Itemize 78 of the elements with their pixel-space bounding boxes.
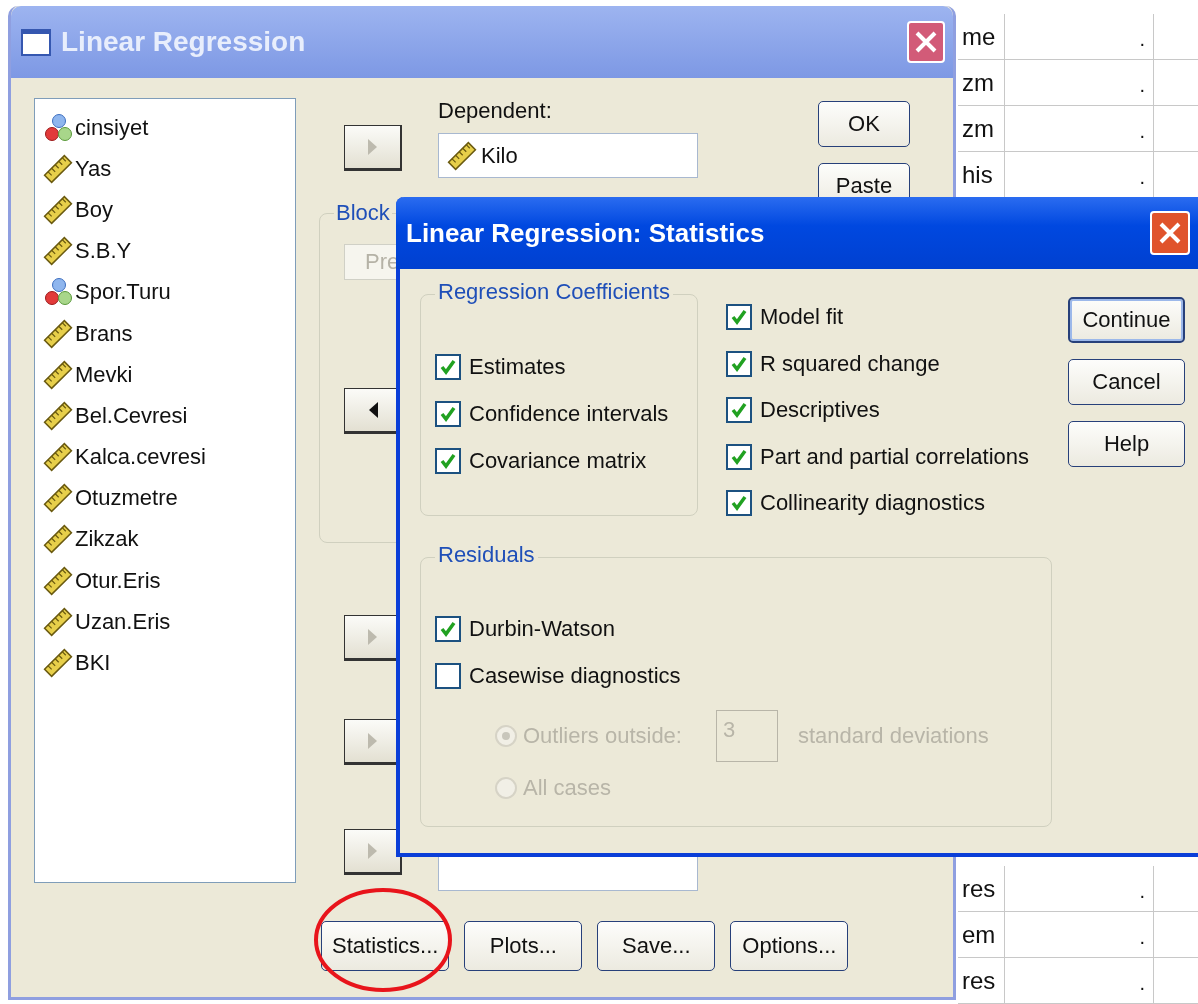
checkbox[interactable] bbox=[435, 353, 461, 380]
nominal-icon bbox=[43, 112, 73, 143]
dialog-button[interactable]: Help bbox=[1068, 421, 1185, 467]
check-icon bbox=[730, 308, 748, 327]
close-button[interactable] bbox=[1150, 211, 1190, 255]
variable-name: Spor.Turu bbox=[75, 279, 171, 306]
checkbox[interactable] bbox=[435, 616, 461, 642]
check-icon bbox=[439, 620, 457, 638]
dialog-button[interactable]: Options... bbox=[730, 921, 849, 971]
table-cell: . bbox=[1005, 106, 1154, 151]
variable-name: Uzan.Eris bbox=[75, 608, 171, 635]
variable-name: Yas bbox=[75, 155, 112, 182]
checkbox-label: Confidence intervals bbox=[469, 400, 669, 427]
field-label: Dependent: bbox=[438, 98, 553, 125]
check-icon bbox=[439, 451, 457, 470]
variable-name: Kalca.cevresi bbox=[75, 444, 206, 471]
check-icon bbox=[730, 354, 748, 373]
checkbox[interactable] bbox=[726, 490, 752, 517]
dialog-button[interactable]: Statistics... bbox=[321, 921, 450, 971]
table-cell: res bbox=[958, 958, 1005, 1003]
variable-name: Zikzak bbox=[75, 526, 139, 553]
checkbox-label: Descriptives bbox=[760, 397, 880, 424]
checkbox[interactable] bbox=[726, 443, 752, 470]
checkbox-label: Casewise diagnostics bbox=[469, 663, 681, 689]
variable-name: Otuzmetre bbox=[75, 485, 178, 512]
right-arrow-icon bbox=[366, 732, 379, 750]
table-cell: me bbox=[958, 14, 1005, 59]
checkbox[interactable] bbox=[435, 447, 461, 474]
table-cell: em bbox=[958, 912, 1005, 957]
checkbox-label: Collinearity diagnostics bbox=[760, 490, 985, 517]
right-arrow-icon bbox=[366, 138, 379, 156]
window-title: Linear Regression bbox=[61, 26, 307, 58]
variable-name: Brans bbox=[75, 320, 133, 347]
table-cell: res bbox=[958, 866, 1005, 911]
table-cell: . bbox=[1005, 60, 1154, 105]
checkbox-label: Model fit bbox=[760, 304, 844, 331]
close-icon bbox=[1157, 220, 1183, 246]
table-cell: zm bbox=[958, 106, 1005, 151]
variable-name: cinsiyet bbox=[75, 114, 149, 141]
check-icon bbox=[439, 404, 457, 423]
table-cell: . bbox=[1005, 14, 1154, 59]
dialog-button[interactable]: Plots... bbox=[464, 921, 583, 971]
checkbox[interactable] bbox=[726, 304, 752, 331]
variable-list[interactable]: cinsiyet Yas Boy S.B.Y Spor.Turu Brans Mevki Bel.Cevresi Kalca.cevresi Otuzmetre Zikzak Otur.Eris Uzan.Eris BKI bbox=[34, 98, 296, 883]
checkbox[interactable] bbox=[435, 663, 461, 689]
right-arrow-icon bbox=[366, 628, 379, 646]
checkbox-label: R squared change bbox=[760, 350, 940, 377]
variable-name: BKI bbox=[75, 650, 111, 677]
dialog-button[interactable]: Continue bbox=[1068, 297, 1185, 343]
check-icon bbox=[730, 447, 748, 466]
table-cell: . bbox=[1005, 912, 1154, 957]
dialog-button[interactable]: OK bbox=[818, 101, 910, 147]
checkbox-label: Durbin-Watson bbox=[469, 616, 615, 642]
check-icon bbox=[730, 401, 748, 420]
variable-name: Otur.Eris bbox=[75, 567, 161, 594]
table-cell: zm bbox=[958, 60, 1005, 105]
check-icon bbox=[439, 357, 457, 376]
close-icon bbox=[913, 29, 939, 55]
dialog-button[interactable]: Save... bbox=[597, 921, 716, 971]
checkbox[interactable] bbox=[726, 397, 752, 424]
variable-name: Boy bbox=[75, 196, 113, 223]
variable-name: S.B.Y bbox=[75, 238, 132, 265]
checkbox-label: Estimates bbox=[469, 353, 566, 380]
window-icon bbox=[21, 28, 51, 56]
checkbox-label: Covariance matrix bbox=[469, 447, 647, 474]
variable-name: Mevki bbox=[75, 361, 133, 388]
right-arrow-icon bbox=[366, 842, 379, 860]
check-icon bbox=[730, 494, 748, 513]
dialog-button[interactable]: Cancel bbox=[1068, 359, 1185, 405]
table-cell: . bbox=[1005, 866, 1154, 911]
close-button[interactable] bbox=[907, 21, 945, 63]
checkbox-label: Part and partial correlations bbox=[760, 443, 1030, 470]
checkbox[interactable] bbox=[435, 400, 461, 427]
variable-name: Bel.Cevresi bbox=[75, 402, 188, 429]
checkbox[interactable] bbox=[726, 350, 752, 377]
nominal-icon bbox=[43, 277, 73, 308]
dependent-field[interactable]: Kilo bbox=[438, 133, 698, 178]
table-cell: . bbox=[1005, 958, 1154, 1003]
